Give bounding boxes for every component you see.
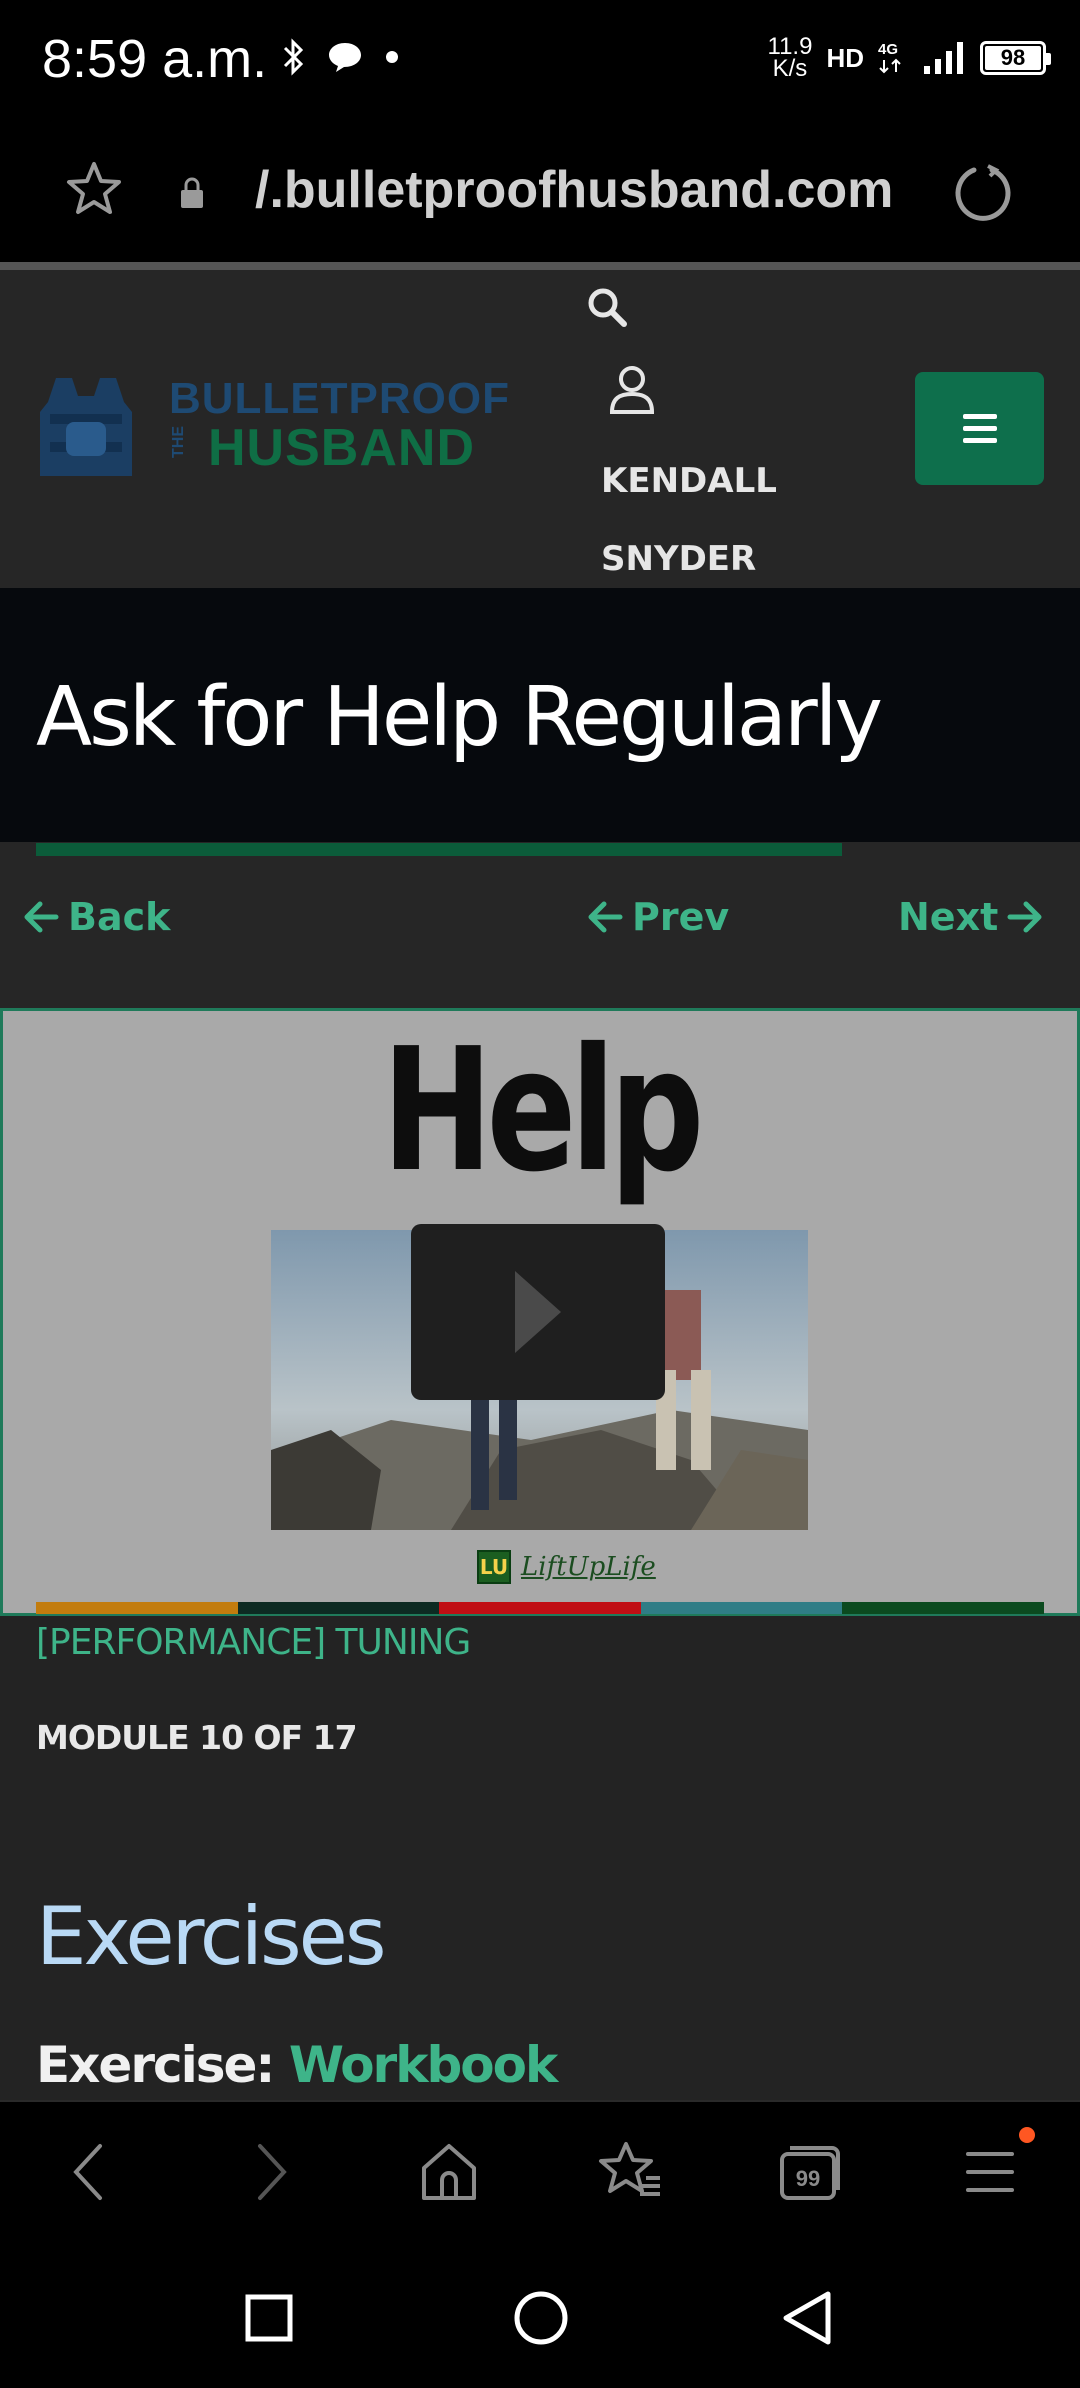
hamburger-menu-button[interactable] bbox=[915, 372, 1044, 485]
next-label: Next bbox=[898, 895, 999, 939]
color-strip-segment bbox=[439, 1602, 641, 1614]
notification-dot-icon bbox=[386, 51, 398, 63]
logo-line2: HUSBAND bbox=[208, 419, 475, 477]
video-brand-mark: LU LiftUpLife bbox=[477, 1550, 656, 1584]
color-strip-segment bbox=[842, 1602, 1044, 1614]
forward-arrow-icon[interactable] bbox=[252, 2140, 292, 2204]
menu-bar bbox=[962, 438, 997, 443]
status-right: 11.9 K/s HD 4G 98 bbox=[768, 35, 1051, 82]
arrow-left-icon bbox=[588, 901, 623, 933]
prev-button[interactable]: Prev bbox=[586, 895, 729, 939]
refresh-icon[interactable] bbox=[952, 162, 1016, 226]
recents-square-icon[interactable] bbox=[244, 2288, 294, 2348]
browser-toolbar bbox=[0, 2100, 1080, 2246]
home-circle-icon[interactable] bbox=[512, 2288, 570, 2348]
url-bar-divider bbox=[0, 262, 1080, 270]
lesson-progress-fill bbox=[36, 843, 842, 857]
page-title: Ask for Help Regularly bbox=[36, 670, 883, 765]
user-name-link[interactable]: KENDALL SNYDER bbox=[601, 442, 801, 598]
net-speed-unit: K/s bbox=[772, 55, 808, 82]
arrow-right-icon bbox=[1007, 901, 1042, 933]
lock-icon[interactable] bbox=[178, 176, 206, 210]
course-name-link[interactable]: [PERFORMANCE] TUNING bbox=[36, 1622, 471, 1663]
play-button[interactable] bbox=[411, 1224, 665, 1400]
site-logo[interactable]: BULLETPROOF THE HUSBAND bbox=[36, 372, 509, 487]
prev-label: Prev bbox=[632, 895, 730, 939]
network-4g-icon: 4G bbox=[878, 41, 901, 74]
arrow-left-icon bbox=[24, 901, 59, 933]
menu-bar bbox=[962, 414, 997, 419]
exercise-line: Exercise: Workbook bbox=[36, 2036, 558, 2094]
net-speed: 11.9 K/s bbox=[768, 35, 813, 82]
hd-label: HD bbox=[826, 42, 864, 73]
signal-icon bbox=[924, 42, 963, 74]
back-arrow-icon[interactable] bbox=[68, 2140, 108, 2204]
status-left-icons bbox=[283, 38, 399, 76]
chat-bubble-icon bbox=[329, 43, 361, 72]
workbook-link[interactable]: Workbook bbox=[289, 2036, 558, 2094]
brand-icon: LU bbox=[477, 1550, 511, 1584]
vest-logo-icon bbox=[40, 378, 132, 476]
logo-line1: BULLETPROOF bbox=[169, 374, 510, 423]
search-icon[interactable] bbox=[586, 286, 628, 328]
back-button[interactable]: Back bbox=[22, 895, 170, 939]
svg-text:99: 99 bbox=[796, 2166, 820, 2191]
back-triangle-icon[interactable] bbox=[780, 2288, 836, 2348]
color-strip-segment bbox=[36, 1602, 238, 1614]
battery-icon: 98 bbox=[980, 41, 1051, 75]
logo-the: THE bbox=[170, 426, 187, 458]
bluetooth-icon bbox=[283, 38, 304, 76]
play-icon bbox=[515, 1271, 561, 1353]
home-icon[interactable] bbox=[420, 2140, 478, 2204]
menu-icon[interactable] bbox=[964, 2140, 1016, 2204]
section-heading: Exercises bbox=[36, 1890, 387, 1983]
user-icon[interactable] bbox=[608, 364, 656, 416]
bookmark-star-icon[interactable] bbox=[64, 160, 124, 218]
exercise-label: Exercise: bbox=[36, 2036, 289, 2094]
menu-notification-dot bbox=[1019, 2127, 1035, 2143]
content-area bbox=[0, 1616, 1080, 2102]
color-strip bbox=[36, 1602, 1044, 1614]
tabs-icon[interactable]: 99 bbox=[778, 2140, 842, 2204]
back-label: Back bbox=[68, 895, 171, 939]
color-strip-segment bbox=[237, 1602, 440, 1614]
brand-text: LiftUpLife bbox=[521, 1552, 656, 1582]
module-label: MODULE 10 OF 17 bbox=[36, 1718, 358, 1757]
bookmarks-icon[interactable] bbox=[598, 2140, 662, 2204]
menu-bar bbox=[962, 426, 997, 431]
next-button[interactable]: Next bbox=[898, 895, 1044, 939]
color-strip-segment bbox=[640, 1602, 843, 1614]
video-heading: Help bbox=[381, 1012, 705, 1210]
svg-text:4G: 4G bbox=[878, 41, 898, 58]
url-field[interactable]: /.bulletproofhusband.com bbox=[255, 160, 915, 220]
status-time: 8:59 a.m. bbox=[42, 29, 268, 89]
battery-level: 98 bbox=[1000, 45, 1026, 70]
